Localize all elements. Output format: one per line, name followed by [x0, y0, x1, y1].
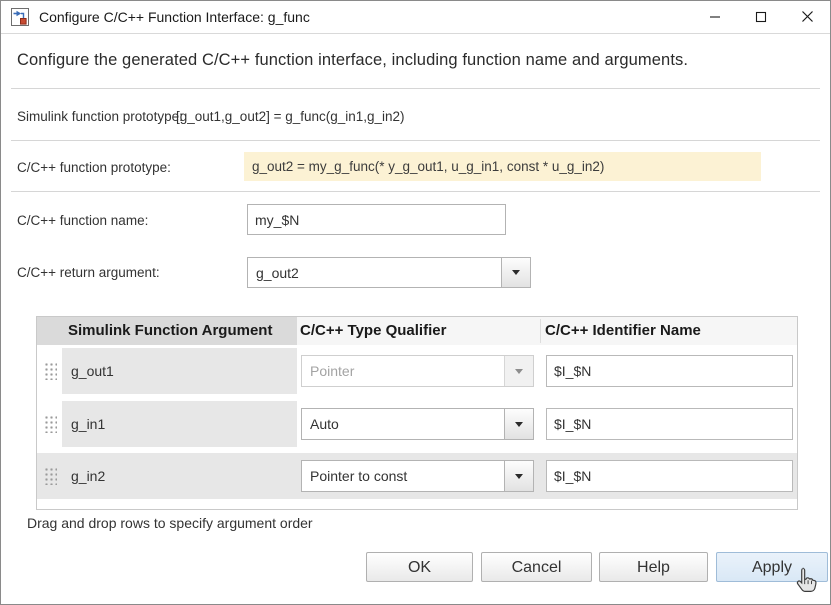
drag-drop-hint: Drag and drop rows to specify argument o…: [27, 515, 313, 531]
divider: [11, 191, 820, 192]
return-argument-dropdown[interactable]: g_out2: [247, 257, 531, 288]
close-button[interactable]: [784, 2, 830, 31]
chevron-down-icon: [515, 369, 523, 374]
table-header: Simulink Function Argument C/C++ Type Qu…: [37, 317, 797, 345]
drag-handle-icon[interactable]: [44, 467, 57, 485]
argument-name-cell: g_out1: [62, 348, 297, 394]
identifier-name-input[interactable]: [546, 408, 793, 440]
column-separator: [540, 319, 541, 343]
chevron-down-icon: [515, 474, 523, 479]
dialog-window: Configure C/C++ Function Interface: g_fu…: [0, 0, 831, 605]
function-name-input[interactable]: [247, 204, 506, 235]
type-qualifier-dropdown[interactable]: Auto: [301, 408, 534, 440]
drag-handle-icon[interactable]: [44, 362, 57, 380]
argument-name-cell: g_in1: [62, 401, 297, 447]
help-button[interactable]: Help: [599, 552, 708, 582]
dropdown-button[interactable]: [504, 461, 533, 491]
identifier-name-input[interactable]: [546, 355, 793, 387]
return-argument-value: g_out2: [248, 258, 501, 287]
simulink-prototype-value: [g_out1,g_out2] = g_func(g_in1,g_in2): [176, 109, 405, 124]
divider: [11, 88, 820, 89]
simulink-prototype-label: Simulink function prototype:: [17, 109, 183, 124]
column-header-qualifier: C/C++ Type Qualifier: [300, 317, 446, 345]
ok-button[interactable]: OK: [366, 552, 473, 582]
type-qualifier-dropdown: Pointer: [301, 355, 534, 387]
maximize-button[interactable]: [738, 2, 784, 31]
return-argument-label: C/C++ return argument:: [17, 265, 160, 280]
type-qualifier-value: Pointer to const: [302, 461, 504, 491]
chevron-down-icon: [515, 422, 523, 427]
simulink-function-icon: [11, 8, 29, 26]
apply-button[interactable]: Apply: [716, 552, 828, 582]
c-prototype-value: g_out2 = my_g_func(* y_g_out1, u_g_in1, …: [244, 152, 761, 181]
argument-table: Simulink Function Argument C/C++ Type Qu…: [36, 316, 798, 510]
table-row[interactable]: g_in2 Pointer to const: [37, 453, 797, 499]
table-row[interactable]: g_out1 Pointer: [37, 348, 797, 394]
column-header-argument: Simulink Function Argument: [68, 317, 272, 345]
argument-name-cell: g_in2: [62, 453, 297, 499]
column-header-identifier: C/C++ Identifier Name: [545, 317, 701, 345]
divider: [11, 140, 820, 141]
type-qualifier-dropdown[interactable]: Pointer to const: [301, 460, 534, 492]
dialog-description: Configure the generated C/C++ function i…: [17, 51, 688, 70]
chevron-down-icon: [512, 270, 520, 275]
drag-handle-icon[interactable]: [44, 415, 57, 433]
cancel-button[interactable]: Cancel: [481, 552, 592, 582]
dropdown-button[interactable]: [501, 258, 530, 287]
type-qualifier-value: Auto: [302, 409, 504, 439]
dropdown-button: [504, 356, 533, 386]
dropdown-button[interactable]: [504, 409, 533, 439]
function-name-label: C/C++ function name:: [17, 213, 148, 228]
minimize-button[interactable]: [692, 2, 738, 31]
c-prototype-label: C/C++ function prototype:: [17, 160, 171, 175]
titlebar: Configure C/C++ Function Interface: g_fu…: [1, 1, 830, 34]
table-row[interactable]: g_in1 Auto: [37, 401, 797, 447]
identifier-name-input[interactable]: [546, 460, 793, 492]
window-title: Configure C/C++ Function Interface: g_fu…: [39, 1, 310, 33]
type-qualifier-value: Pointer: [302, 356, 504, 386]
